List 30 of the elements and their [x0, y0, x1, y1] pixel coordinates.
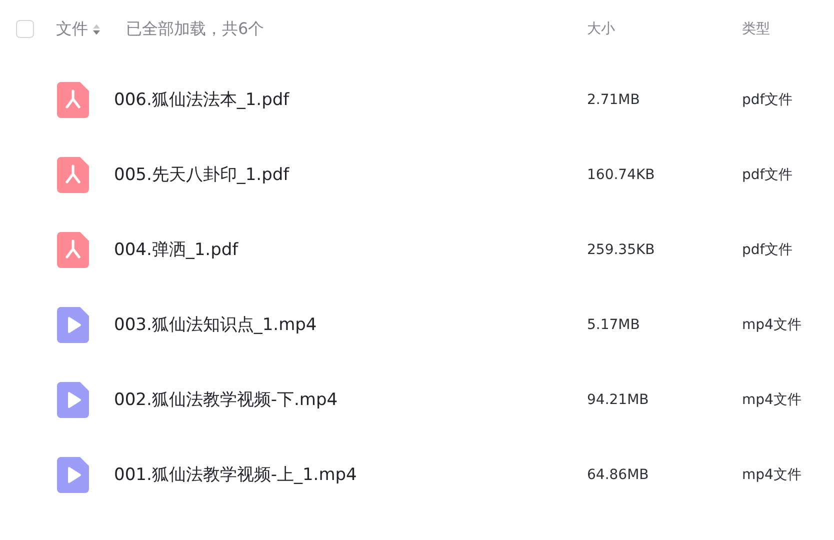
- file-type: mp4文件: [742, 466, 802, 484]
- file-type: pdf文件: [742, 90, 793, 108]
- file-type: pdf文件: [742, 166, 793, 184]
- name-column-header[interactable]: 文件: [56, 18, 88, 40]
- file-size: 5.17MB: [587, 316, 640, 332]
- select-all-checkbox[interactable]: [16, 20, 34, 38]
- file-size: 64.86MB: [587, 466, 649, 482]
- file-size: 259.35KB: [587, 242, 655, 258]
- file-size: 94.21MB: [587, 392, 649, 408]
- file-name[interactable]: 002.狐仙法教学视频-下.mp4: [114, 388, 338, 411]
- file-type: mp4文件: [742, 316, 802, 334]
- video-file-icon: [57, 456, 89, 492]
- file-name[interactable]: 005.先天八卦印_1.pdf: [114, 163, 290, 186]
- loaded-count-text: 已全部加载，共6个: [126, 18, 264, 40]
- video-file-icon: [57, 306, 89, 342]
- pdf-file-icon: [57, 232, 89, 268]
- file-type: mp4文件: [742, 390, 802, 408]
- file-name[interactable]: 003.狐仙法知识点_1.mp4: [114, 313, 317, 336]
- file-name[interactable]: 006.狐仙法法本_1.pdf: [114, 88, 290, 111]
- sort-icon[interactable]: [93, 24, 100, 34]
- file-size: 160.74KB: [587, 166, 655, 182]
- video-file-icon: [57, 382, 89, 418]
- file-type: pdf文件: [742, 240, 793, 258]
- type-column-header: 类型: [742, 20, 770, 38]
- file-size: 2.71MB: [587, 92, 640, 108]
- pdf-file-icon: [57, 82, 89, 118]
- size-column-header: 大小: [587, 20, 615, 38]
- file-name[interactable]: 001.狐仙法教学视频-上_1.mp4: [114, 463, 357, 486]
- pdf-file-icon: [57, 156, 89, 192]
- file-name[interactable]: 004.弹洒_1.pdf: [114, 238, 238, 261]
